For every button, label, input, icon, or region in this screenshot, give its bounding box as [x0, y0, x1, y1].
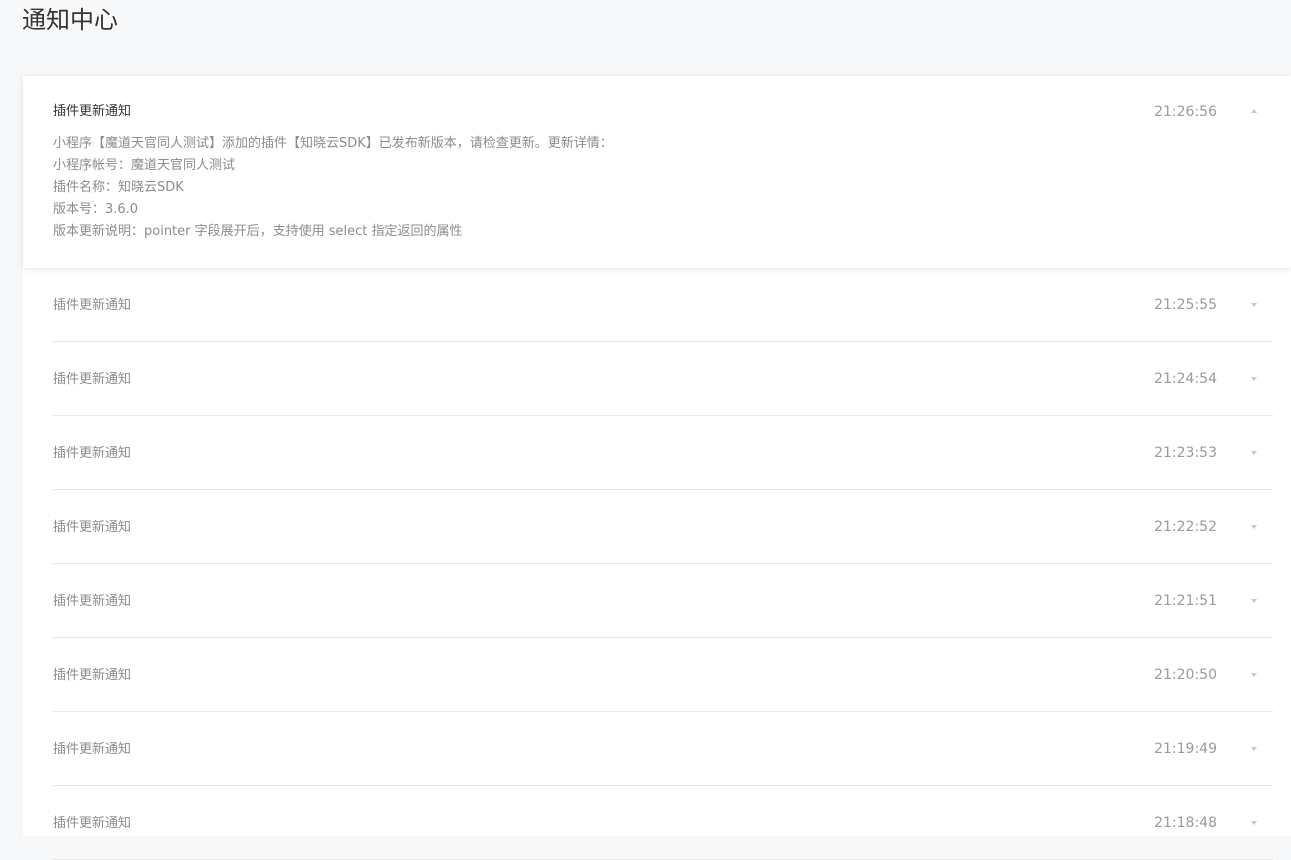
notification-title: 插件更新通知	[53, 446, 132, 461]
notification-body-line: 版本更新说明：pointer 字段展开后，支持使用 select 指定返回的属性	[53, 224, 463, 239]
notification-title: 插件更新通知	[53, 668, 132, 683]
notification-body: 小程序【魔道天官同人测试】添加的插件【知晓云SDK】已发布新版本，请检查更新。更…	[53, 133, 613, 243]
notification-item[interactable]: 插件更新通知 21:19:49	[53, 712, 1273, 786]
chevron-down-icon[interactable]	[1251, 821, 1257, 825]
chevron-down-icon[interactable]	[1251, 525, 1257, 529]
notification-body-line: 小程序【魔道天官同人测试】添加的插件【知晓云SDK】已发布新版本，请检查更新。更…	[53, 136, 613, 151]
notification-panel: 插件更新通知 21:26:56 小程序【魔道天官同人测试】添加的插件【知晓云SD…	[23, 76, 1291, 860]
notification-body-line: 版本号：3.6.0	[53, 202, 139, 217]
notification-body-line: 小程序帐号：魔道天官同人测试	[53, 158, 236, 173]
chevron-down-icon[interactable]	[1251, 599, 1257, 603]
notification-time: 21:21:51	[1154, 593, 1217, 609]
chevron-down-icon[interactable]	[1251, 673, 1257, 677]
notification-time: 21:22:52	[1154, 519, 1217, 535]
chevron-up-icon[interactable]	[1251, 109, 1257, 113]
notification-item[interactable]: 插件更新通知 21:21:51	[53, 564, 1273, 638]
notification-time: 21:20:50	[1154, 667, 1217, 683]
notification-item[interactable]: 插件更新通知 21:18:48	[53, 786, 1273, 860]
notification-time: 21:24:54	[1154, 371, 1217, 387]
notification-title: 插件更新通知	[53, 372, 132, 387]
notification-title: 插件更新通知	[53, 742, 132, 757]
notification-item-expanded[interactable]: 插件更新通知 21:26:56 小程序【魔道天官同人测试】添加的插件【知晓云SD…	[23, 76, 1291, 268]
notification-time: 21:19:49	[1154, 741, 1217, 757]
notification-item[interactable]: 插件更新通知 21:24:54	[53, 342, 1273, 416]
chevron-down-icon[interactable]	[1251, 451, 1257, 455]
notification-title: 插件更新通知	[53, 520, 132, 535]
notification-time: 21:26:56	[1154, 104, 1217, 120]
notification-body-line: 插件名称：知晓云SDK	[53, 180, 184, 195]
notification-item[interactable]: 插件更新通知 21:22:52	[53, 490, 1273, 564]
notification-item[interactable]: 插件更新通知 21:20:50	[53, 638, 1273, 712]
notification-title: 插件更新通知	[53, 594, 132, 609]
notification-time: 21:23:53	[1154, 445, 1217, 461]
notification-time: 21:25:55	[1154, 297, 1217, 313]
chevron-down-icon[interactable]	[1251, 303, 1257, 307]
notification-time: 21:18:48	[1154, 815, 1217, 831]
notification-title: 插件更新通知	[53, 298, 132, 313]
page-title: 通知中心	[22, 6, 118, 34]
chevron-down-icon[interactable]	[1251, 377, 1257, 381]
chevron-down-icon[interactable]	[1251, 747, 1257, 751]
notification-item[interactable]: 插件更新通知 21:25:55	[53, 268, 1273, 342]
notification-title: 插件更新通知	[53, 104, 132, 119]
notification-item[interactable]: 插件更新通知 21:23:53	[53, 416, 1273, 490]
notification-title: 插件更新通知	[53, 816, 132, 831]
notification-list: 插件更新通知 21:25:55 插件更新通知 21:24:54 插件更新通知 2…	[53, 268, 1273, 860]
